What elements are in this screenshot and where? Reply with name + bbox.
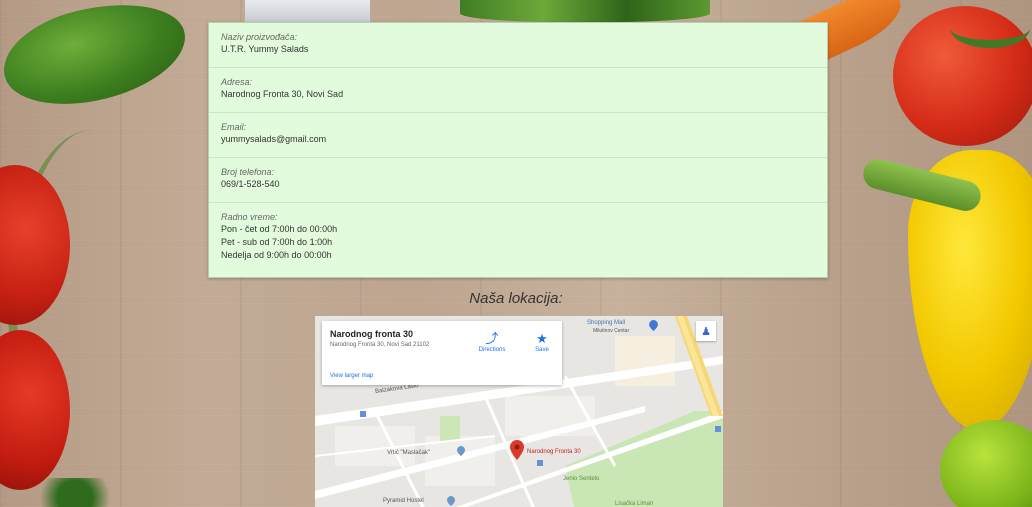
email-row: Email: yummysalads@gmail.com [209, 113, 827, 158]
contact-info-card: Naziv proizvođača: U.T.R. Yummy Salads A… [208, 22, 828, 278]
location-heading: Naša lokacija: [469, 290, 563, 307]
producer-label: Naziv proizvođača: [221, 32, 298, 42]
poi-vrtic-label[interactable]: Vrtić "Maslačak" [387, 450, 430, 456]
phone-value: 069/1-528-540 [221, 179, 280, 189]
hours-sunday: Nedelja od 9:00h do 00:00h [221, 250, 332, 260]
save-button[interactable]: ★ Save [522, 331, 562, 353]
directions-icon: ⤴ [485, 331, 499, 346]
background-herb [20, 478, 130, 507]
star-icon: ★ [536, 331, 548, 346]
phone-label: Broj telefona: [221, 167, 275, 177]
background-dish [245, 0, 370, 22]
producer-value: U.T.R. Yummy Salads [221, 44, 309, 54]
save-label: Save [535, 347, 549, 353]
poi-hostel-label[interactable]: Pyramid Hostel [383, 498, 424, 504]
background-cucumber [0, 0, 196, 122]
email-label: Email: [221, 122, 247, 132]
address-value: Narodnog Fronta 30, Novi Sad [221, 89, 344, 99]
poi-park2-label: Lisačka Liman [615, 501, 654, 507]
hours-weekday: Pon - čet od 7:00h do 00:00h [221, 224, 338, 234]
map-place-card: Narodnog fronta 30 Narodnog Fronta 30, N… [322, 321, 562, 385]
poi-park-label: Jenio Sentelo [563, 476, 600, 482]
address-row: Adresa: Narodnog Fronta 30, Novi Sad [209, 68, 827, 113]
poi-mall-label[interactable]: Shopping Mall [587, 320, 625, 326]
address-label: Adresa: [221, 77, 253, 87]
hours-label: Radno vreme: [221, 212, 278, 222]
email-value: yummysalads@gmail.com [221, 134, 327, 144]
hours-friday-saturday: Pet - sub od 7:00h do 1:00h [221, 237, 333, 247]
poi-mall-pin-icon [649, 320, 658, 331]
map-place-name: Narodnog fronta 30 [330, 329, 414, 339]
directions-button[interactable]: ⤴ Directions [472, 331, 512, 353]
poi-pin-icon [447, 496, 455, 506]
background-tomato-stem [950, 8, 1030, 48]
marker-label: Narodnog Fronta 30 [527, 449, 581, 455]
poi-mall-sublabel: Milutinov Centar [593, 328, 630, 334]
map-place-address: Narodnog Fronta 30, Novi Sad 21102 [330, 342, 430, 348]
background-green-pepper [940, 420, 1032, 507]
hours-row: Radno vreme: Pon - čet od 7:00h do 00:00… [209, 203, 827, 262]
directions-label: Directions [478, 347, 506, 353]
view-larger-map-link[interactable]: View larger map [330, 373, 373, 379]
phone-row: Broj telefona: 069/1-528-540 [209, 158, 827, 203]
poi-pin-icon [457, 446, 465, 456]
map-marker-icon[interactable] [510, 440, 524, 460]
producer-row: Naziv proizvođača: U.T.R. Yummy Salads [209, 23, 827, 68]
street-view-pegman-icon[interactable]: ♟ [696, 321, 716, 341]
background-greens [460, 0, 710, 22]
